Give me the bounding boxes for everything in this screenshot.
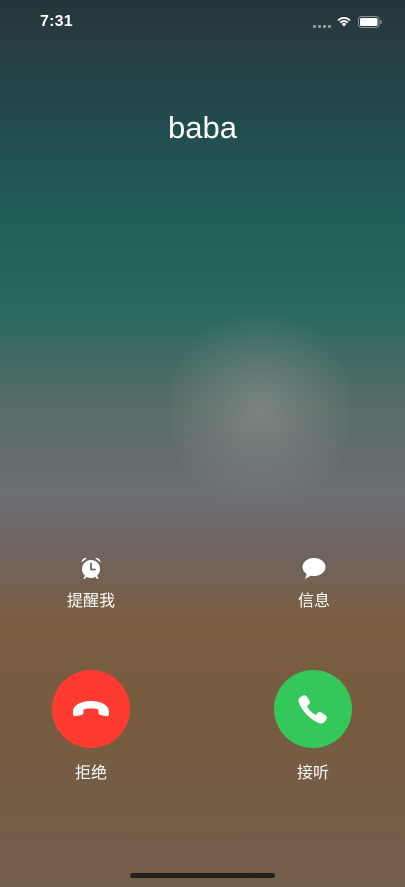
remind-me-label: 提醒我	[66, 593, 115, 610]
wifi-icon	[337, 17, 351, 27]
remind-me-button[interactable]: 提醒我	[36, 555, 146, 611]
battery-icon	[358, 16, 382, 28]
signal-dots-icon	[313, 24, 331, 28]
accept-label: 接听	[296, 765, 329, 782]
alarm-clock-icon	[81, 557, 101, 579]
caller-name: baba	[168, 110, 237, 145]
status-time: 7:31	[40, 13, 73, 30]
phone-hangup-icon	[73, 701, 109, 717]
phone-icon	[298, 695, 327, 724]
accept-button[interactable]	[274, 670, 352, 748]
background-glow	[170, 300, 350, 520]
speech-bubble-icon	[302, 558, 326, 579]
status-bar: 7:31	[0, 0, 405, 44]
message-label: 信息	[297, 593, 330, 610]
message-button[interactable]: 信息	[259, 555, 369, 611]
home-indicator[interactable]	[130, 873, 275, 878]
decline-label: 拒绝	[74, 765, 107, 782]
decline-button[interactable]	[52, 670, 130, 748]
